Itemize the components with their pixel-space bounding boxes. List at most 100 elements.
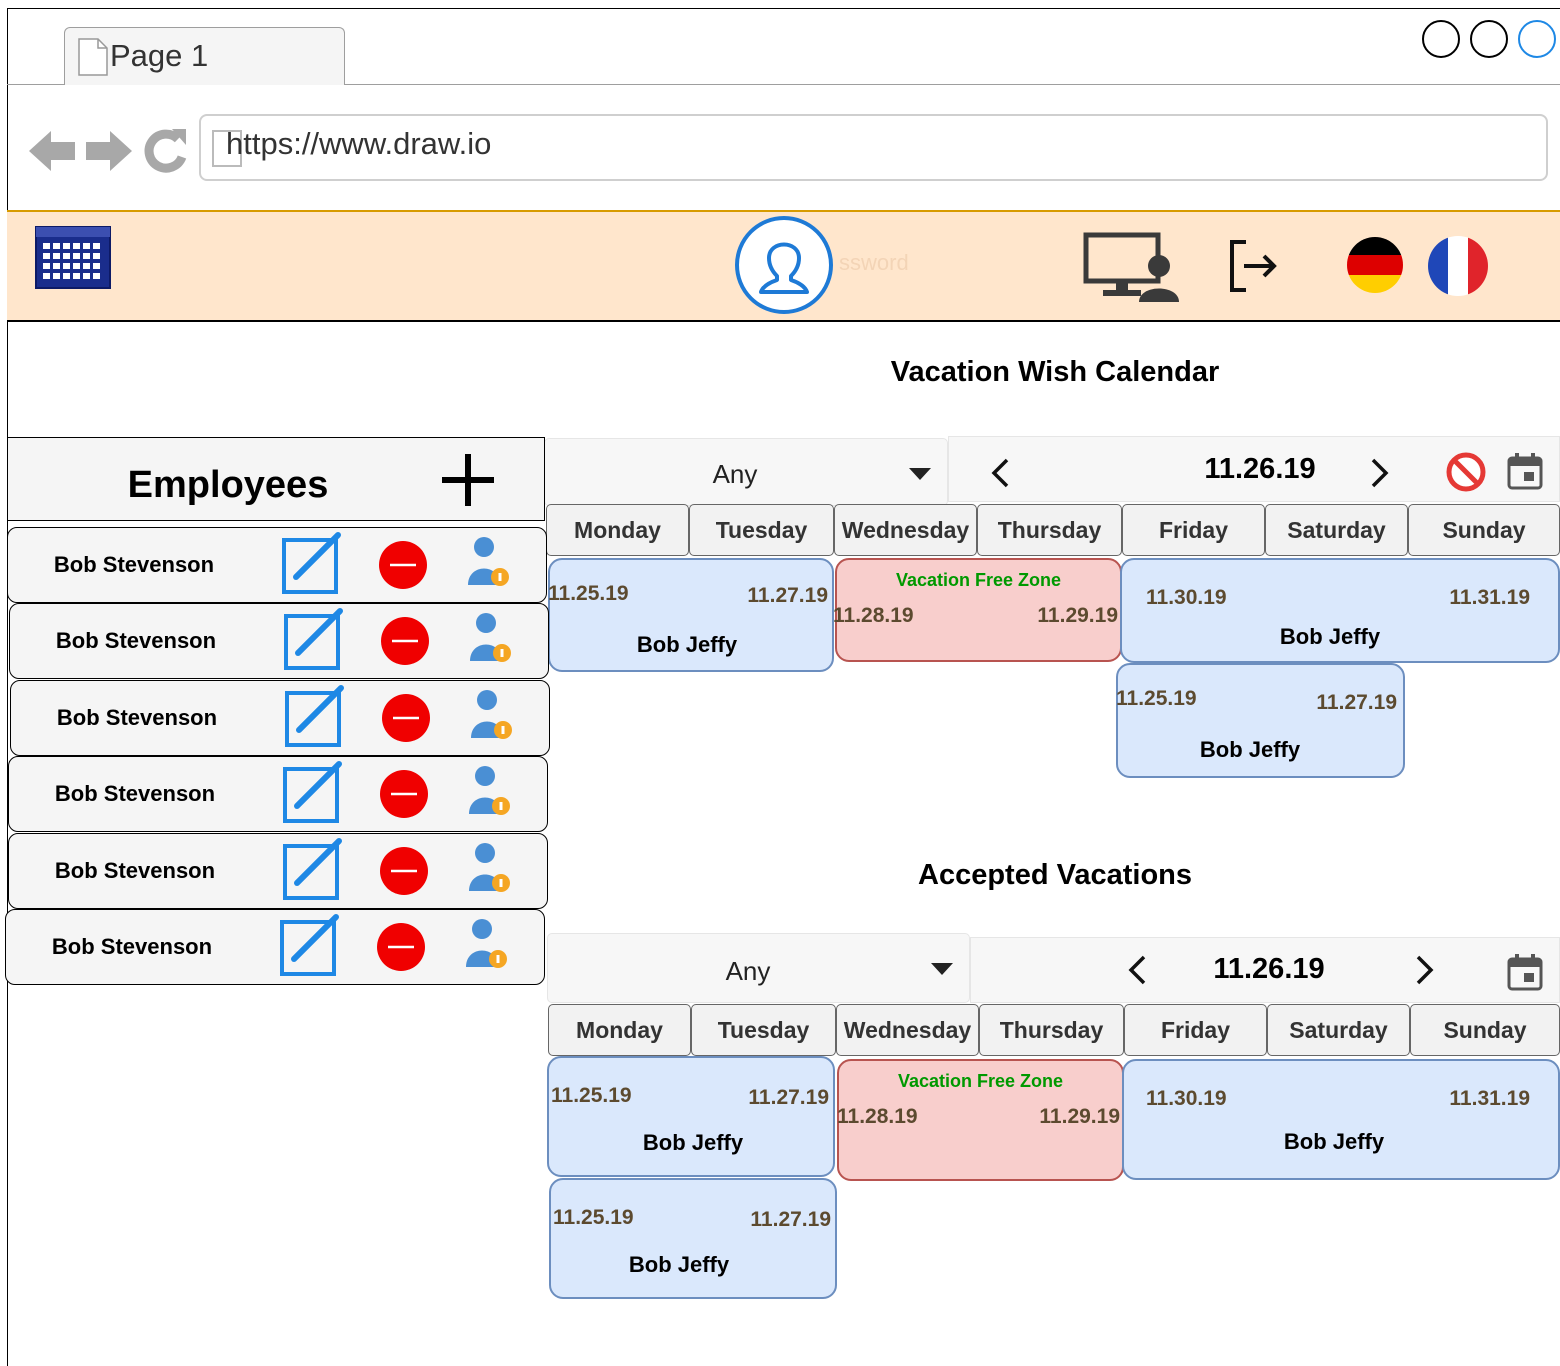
accepted-filter-dropdown[interactable]: Any — [547, 933, 970, 1003]
wish-event-card[interactable]: 11.30.19 11.31.19 Bob Jeffy — [1120, 558, 1560, 663]
window-button-1[interactable] — [1422, 20, 1460, 58]
employee-name: Bob Stevenson — [51, 934, 213, 959]
remote-user-icon[interactable] — [1083, 232, 1183, 304]
day-header-friday: Friday — [1124, 1004, 1267, 1056]
day-header-monday: Monday — [548, 1004, 691, 1056]
next-arrow-icon[interactable] — [1370, 458, 1390, 488]
employee-name: Bob Stevenson — [54, 858, 216, 883]
vacation-free-zone-label: Vacation Free Zone — [897, 1071, 1064, 1091]
accepted-filter-value: Any — [725, 956, 771, 986]
window-button-2[interactable] — [1470, 20, 1508, 58]
event-end-date: 11.31.19 — [1449, 1087, 1530, 1110]
day-header-wednesday: Wednesday — [836, 1004, 979, 1056]
accepted-event-card[interactable]: 11.30.19 11.31.19 Bob Jeffy — [1122, 1059, 1560, 1180]
day-header-wednesday: Wednesday — [834, 504, 977, 556]
edit-icon[interactable] — [281, 837, 347, 901]
event-end-date: 11.27.19 — [747, 584, 828, 607]
event-end-date: 11.27.19 — [1316, 691, 1397, 714]
window-button-3[interactable] — [1518, 20, 1556, 58]
user-permissions-icon[interactable] — [466, 535, 512, 589]
user-permissions-icon[interactable] — [464, 917, 510, 971]
employee-row[interactable]: Bob Stevenson — [7, 527, 547, 603]
event-end-date: 11.31.19 — [1449, 586, 1530, 609]
accepted-vacations-title: Accepted Vacations — [918, 859, 1192, 891]
prev-arrow-icon[interactable] — [1127, 955, 1147, 985]
employee-name: Bob Stevenson — [53, 552, 215, 577]
user-permissions-icon[interactable] — [468, 611, 514, 665]
delete-icon[interactable] — [379, 769, 429, 819]
password-hint: ssword — [839, 250, 909, 275]
accepted-event-card[interactable]: 11.25.19 11.27.19 Bob Jeffy — [549, 1178, 837, 1299]
page-icon — [78, 38, 108, 76]
vacation-free-zone-card[interactable]: Vacation Free Zone 11.28.19 11.29.19 — [837, 1059, 1124, 1181]
delete-icon[interactable] — [380, 616, 430, 666]
back-arrow-icon[interactable] — [27, 128, 77, 174]
url-text: https://www.draw.io — [226, 126, 492, 161]
event-employee-name: Bob Jeffy — [636, 632, 738, 657]
user-permissions-icon[interactable] — [467, 764, 513, 818]
edit-icon[interactable] — [280, 531, 346, 595]
event-start-date: 11.25.19 — [548, 582, 629, 605]
french-flag-icon[interactable] — [1426, 235, 1490, 297]
wish-filter-dropdown[interactable]: Any — [544, 438, 948, 506]
delete-icon[interactable] — [381, 693, 431, 743]
forward-arrow-icon[interactable] — [84, 128, 134, 174]
accepted-current-date: 11.26.19 — [1213, 953, 1325, 985]
delete-icon[interactable] — [376, 922, 426, 972]
reload-icon[interactable] — [142, 127, 188, 175]
window-frame-top — [7, 8, 1560, 9]
wish-filter-value: Any — [712, 459, 758, 489]
day-header-saturday: Saturday — [1267, 1004, 1410, 1056]
delete-icon[interactable] — [379, 846, 429, 896]
event-employee-name: Bob Jeffy — [1283, 1129, 1385, 1154]
wish-current-date: 11.26.19 — [1204, 453, 1316, 485]
employee-row[interactable]: Bob Stevenson — [10, 680, 550, 756]
user-permissions-icon[interactable] — [467, 841, 513, 895]
employee-row[interactable]: Bob Stevenson — [9, 603, 549, 679]
user-avatar-icon[interactable] — [733, 216, 837, 316]
wish-event-card[interactable]: 11.25.19 11.27.19 Bob Jeffy — [1116, 663, 1405, 778]
event-start-date: 11.28.19 — [837, 1105, 918, 1128]
calendar-icon[interactable] — [35, 226, 111, 289]
calendar-date-icon[interactable] — [1506, 952, 1544, 992]
event-start-date: 11.25.19 — [551, 1084, 632, 1107]
add-employee-icon[interactable] — [440, 452, 496, 508]
wish-event-card[interactable]: 11.25.19 11.27.19 Bob Jeffy — [548, 558, 834, 672]
day-header-friday: Friday — [1122, 504, 1265, 556]
event-end-date: 11.27.19 — [750, 1208, 831, 1231]
event-start-date: 11.25.19 — [553, 1206, 634, 1229]
day-header-sunday: Sunday — [1410, 1004, 1560, 1056]
day-header-thursday: Thursday — [979, 1004, 1124, 1056]
employee-row[interactable]: Bob Stevenson — [8, 756, 548, 832]
block-icon[interactable] — [1445, 451, 1487, 493]
edit-icon[interactable] — [283, 684, 349, 748]
edit-icon[interactable] — [278, 913, 344, 977]
next-arrow-icon[interactable] — [1415, 955, 1435, 985]
vacation-free-zone-card[interactable]: Vacation Free Zone 11.28.19 11.29.19 — [833, 558, 1122, 662]
delete-icon[interactable] — [378, 540, 428, 590]
event-employee-name: Bob Jeffy — [642, 1130, 744, 1155]
wish-calendar-title: Vacation Wish Calendar — [890, 356, 1220, 388]
employees-title: Employees — [127, 464, 329, 506]
logout-icon[interactable] — [1228, 238, 1280, 294]
day-header-saturday: Saturday — [1265, 504, 1408, 556]
edit-icon[interactable] — [282, 607, 348, 671]
event-employee-name: Bob Jeffy — [1199, 737, 1301, 762]
day-header-tuesday: Tuesday — [689, 504, 834, 556]
event-employee-name: Bob Jeffy — [1279, 624, 1381, 649]
event-start-date: 11.28.19 — [833, 604, 914, 627]
employees-header: Employees — [7, 437, 545, 521]
employee-row[interactable]: Bob Stevenson — [5, 909, 545, 985]
employee-row[interactable]: Bob Stevenson — [8, 833, 548, 909]
day-header-sunday: Sunday — [1408, 504, 1560, 556]
event-end-date: 11.29.19 — [1039, 1105, 1120, 1128]
event-end-date: 11.27.19 — [748, 1086, 829, 1109]
employee-name: Bob Stevenson — [56, 705, 218, 730]
german-flag-icon[interactable] — [1345, 235, 1405, 295]
calendar-date-icon[interactable] — [1506, 451, 1544, 491]
accepted-event-card[interactable]: 11.25.19 11.27.19 Bob Jeffy — [547, 1056, 835, 1177]
edit-icon[interactable] — [281, 760, 347, 824]
event-employee-name: Bob Jeffy — [628, 1252, 730, 1277]
prev-arrow-icon[interactable] — [990, 458, 1010, 488]
user-permissions-icon[interactable] — [469, 688, 515, 742]
